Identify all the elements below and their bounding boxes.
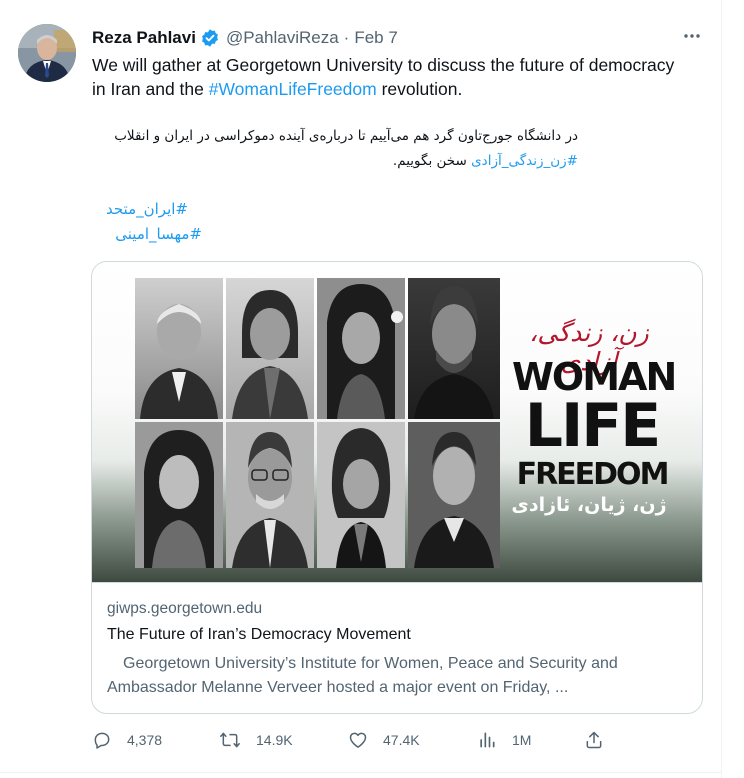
avatar[interactable] [18,24,76,82]
hashtag-mahsa-amini[interactable]: #مهسا_امینی [92,225,202,243]
link-card[interactable]: زن، زندگی، آزادی WOMAN LIFE FREEDOM ژن، … [91,261,703,714]
reply-count: 4,378 [127,732,163,748]
portrait-7 [317,422,405,568]
card-title[interactable]: The Future of Iran’s Democracy Movement [107,626,411,644]
views-button[interactable]: 1M [477,728,531,752]
poster-word-freedom: FREEDOM [516,457,670,492]
retweet-button[interactable]: 14.9K [219,728,293,752]
portrait-1 [135,278,223,419]
card-image[interactable]: زن، زندگی، آزادی WOMAN LIFE FREEDOM ژن، … [92,262,702,582]
author-name[interactable]: Reza Pahlavi [92,28,196,48]
card-divider [92,582,702,583]
bottom-border [0,772,722,773]
hashtag-womanlifefreedom[interactable]: #WomanLifeFreedom [209,79,377,99]
tweet-text-fa: در دانشگاه جورج‌تاون گرد هم می‌آییم تا د… [92,124,578,174]
like-count: 47.4K [383,732,420,748]
author-handle[interactable]: @PahlaviReza [226,28,339,48]
retweet-icon [220,732,240,748]
poster-word-life: LIFE [524,391,662,461]
portrait-2 [226,278,314,419]
like-button[interactable]: 47.4K [348,728,420,752]
portrait-6 [226,422,314,568]
portrait-8 [408,422,500,568]
poster-kurdish-title: ژن، ژیان، ئازادی [511,494,667,516]
tweet-text-en-part2: revolution. [376,79,463,99]
header-separator: · [343,28,350,47]
views-icon [480,732,495,748]
like-icon [349,732,367,748]
hashtag-zan-zendegi-azadi[interactable]: #زن_زندگی_آزادی [471,153,578,169]
card-description: Georgetown University’s Institute for Wo… [107,652,687,700]
tweet-text-fa-line2-rest: سخن بگوییم. [392,153,472,169]
views-count: 1M [512,732,532,748]
retweet-count: 14.9K [256,732,293,748]
card-description-text: Georgetown University’s Institute for Wo… [107,655,618,696]
reply-icon [94,732,110,749]
tweet-text-fa-line2: #زن_زندگی_آزادی سخن بگوییم. [92,149,578,174]
tweet-date[interactable]: Feb 7 [354,28,397,48]
portrait-3 [317,278,405,419]
more-icon[interactable] [680,24,704,48]
right-border [721,0,722,778]
share-button[interactable] [584,728,604,752]
tweet-text-fa-line1: در دانشگاه جورج‌تاون گرد هم می‌آییم تا د… [114,128,578,144]
portrait-4 [408,278,500,419]
reply-button[interactable]: 4,378 [92,728,162,752]
hashtag-iran-mottahed[interactable]: #ایران_متحد [92,200,188,218]
verified-badge-icon [200,28,220,48]
tweet-text-en: We will gather at Georgetown University … [92,53,692,101]
share-icon [586,731,602,749]
card-domain[interactable]: giwps.georgetown.edu [107,600,262,618]
portrait-5 [135,422,223,568]
tweet-header: Reza Pahlavi @PahlaviReza · Feb 7 [92,26,398,50]
